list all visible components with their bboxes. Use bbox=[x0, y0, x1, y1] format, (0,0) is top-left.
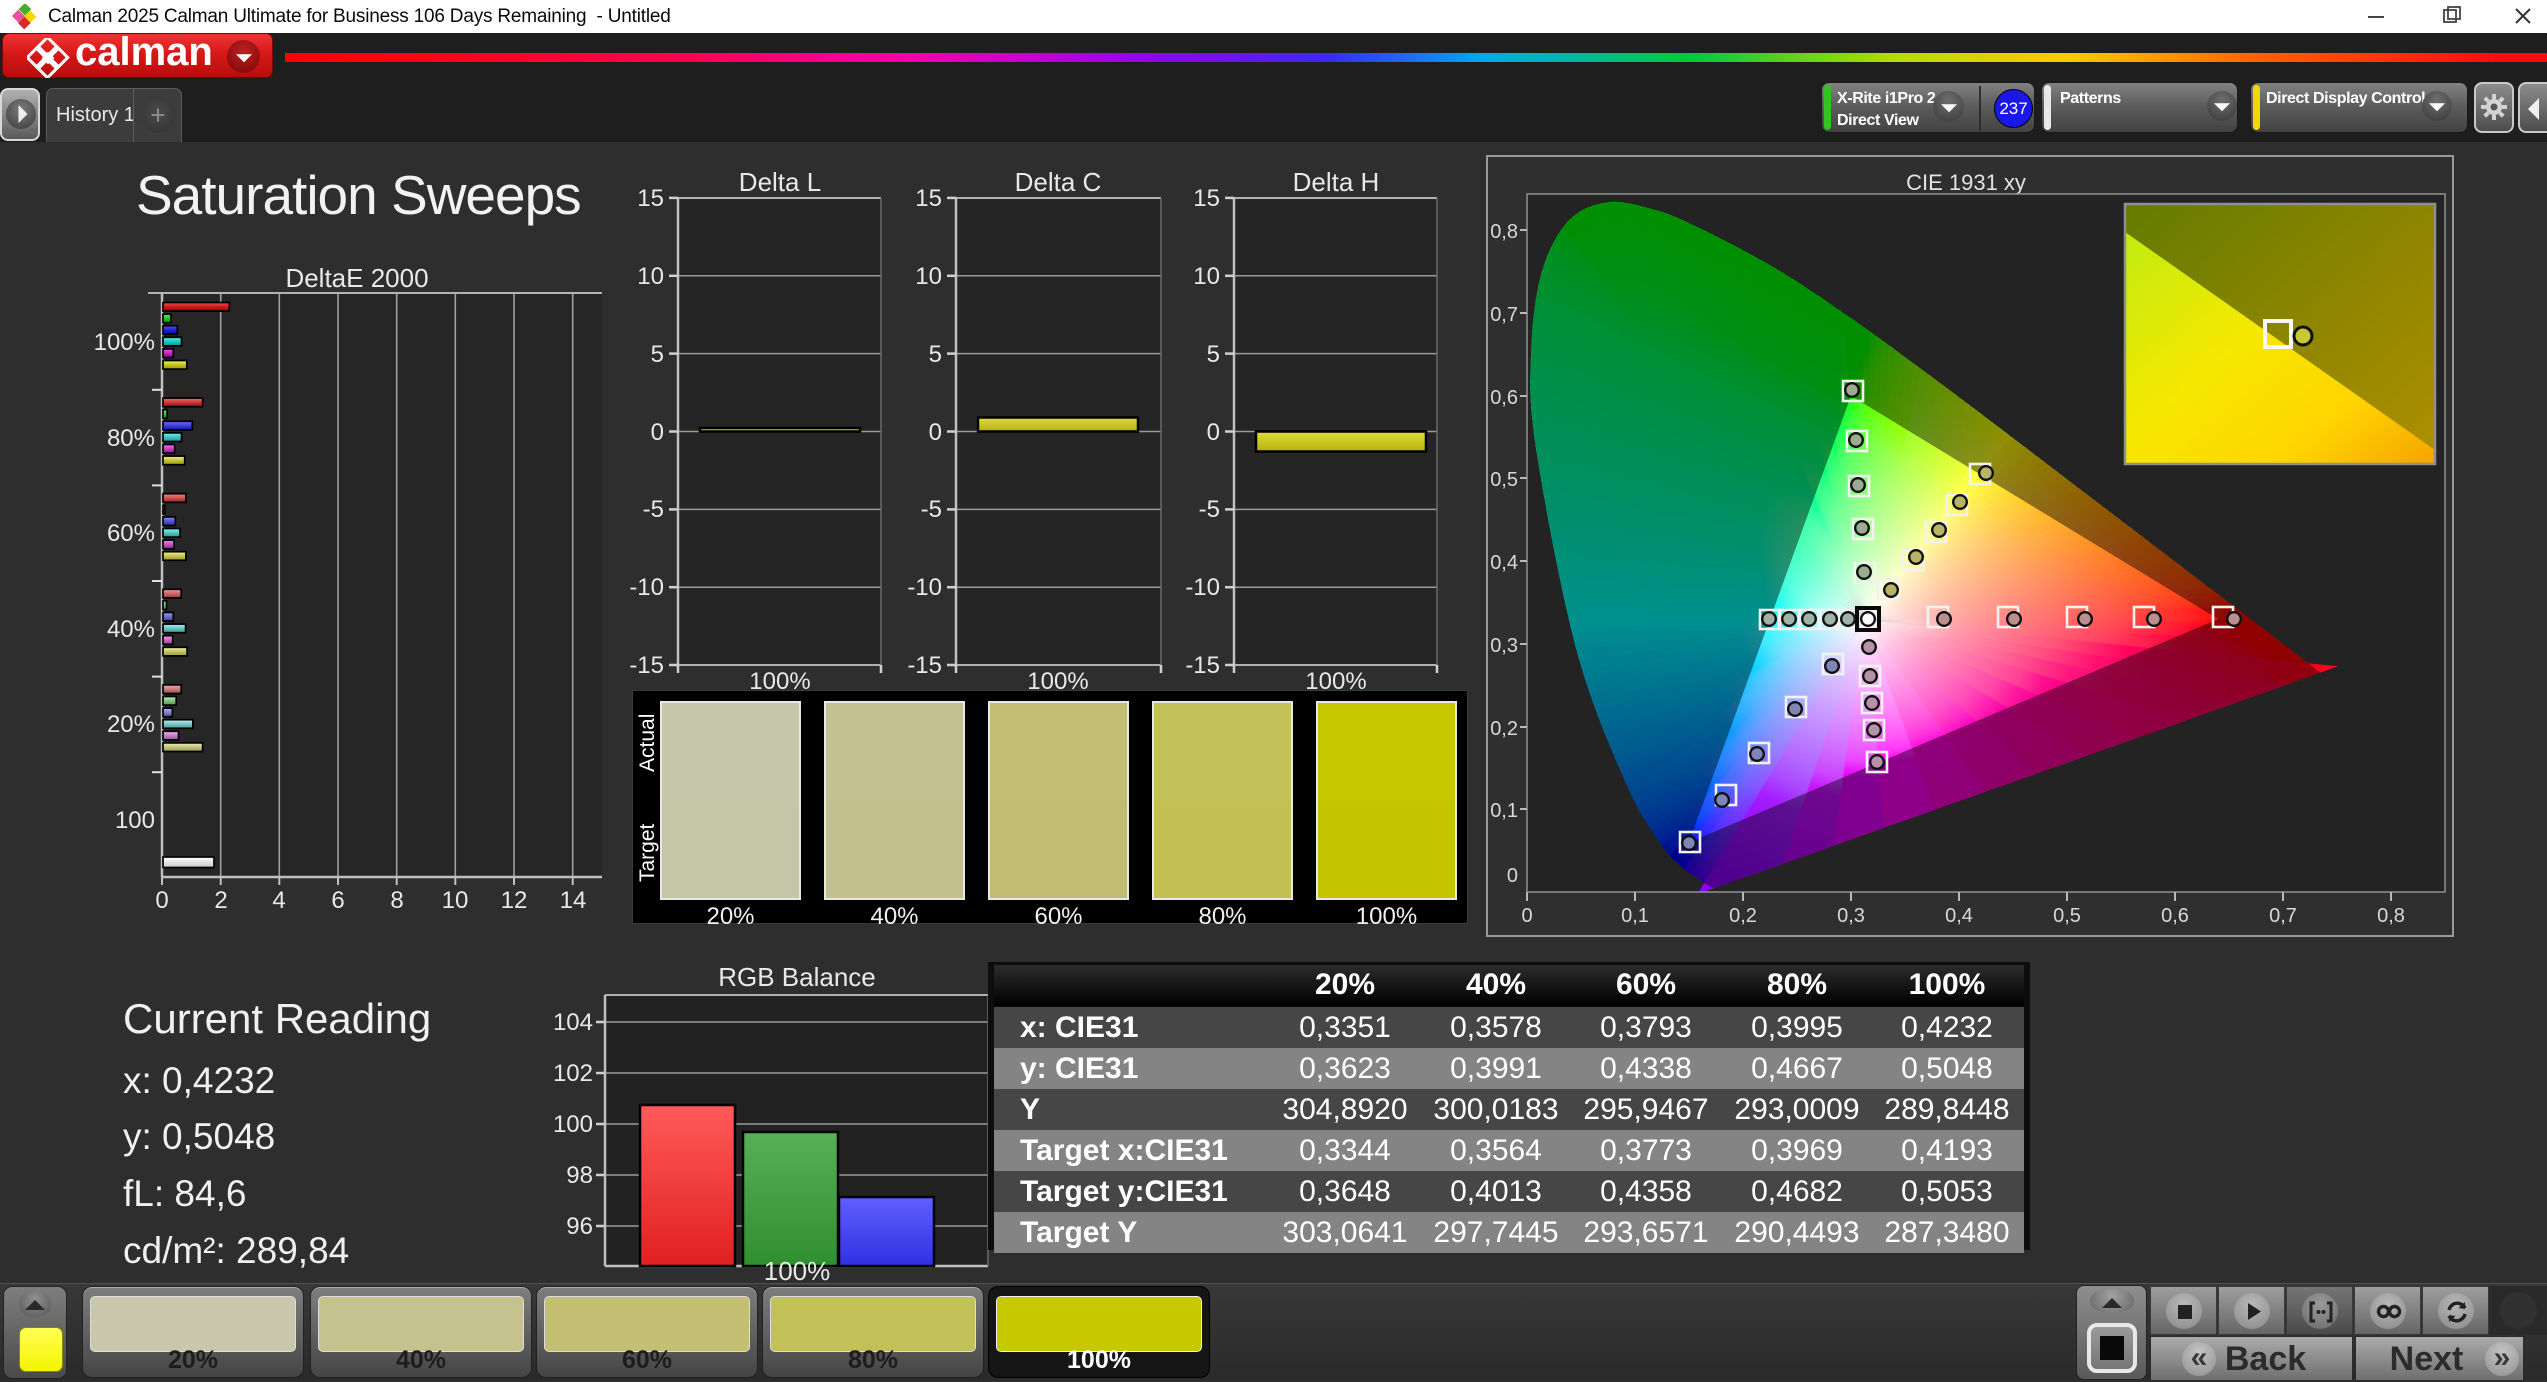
svg-text:0,5: 0,5 bbox=[1490, 469, 1518, 491]
svg-text:0: 0 bbox=[1507, 865, 1518, 887]
svg-text:0,3: 0,3 bbox=[1490, 635, 1518, 657]
svg-text:0,2: 0,2 bbox=[1729, 905, 1757, 927]
svg-text:0,1: 0,1 bbox=[1621, 905, 1649, 927]
svg-text:0,2: 0,2 bbox=[1490, 718, 1518, 740]
svg-text:0: 0 bbox=[1521, 905, 1532, 927]
svg-text:0,1: 0,1 bbox=[1490, 800, 1518, 822]
svg-text:0,4: 0,4 bbox=[1490, 552, 1518, 574]
svg-text:0,3: 0,3 bbox=[1837, 905, 1865, 927]
svg-text:CIE 1931 xy: CIE 1931 xy bbox=[1906, 170, 2026, 195]
svg-text:0,4: 0,4 bbox=[1945, 905, 1973, 927]
svg-text:0,8: 0,8 bbox=[1490, 221, 1518, 243]
svg-text:0,7: 0,7 bbox=[1490, 304, 1518, 326]
svg-text:0,5: 0,5 bbox=[2053, 905, 2081, 927]
svg-text:0,8: 0,8 bbox=[2377, 905, 2405, 927]
svg-text:0,7: 0,7 bbox=[2269, 905, 2297, 927]
svg-text:0,6: 0,6 bbox=[2161, 905, 2189, 927]
svg-text:0,6: 0,6 bbox=[1490, 387, 1518, 409]
